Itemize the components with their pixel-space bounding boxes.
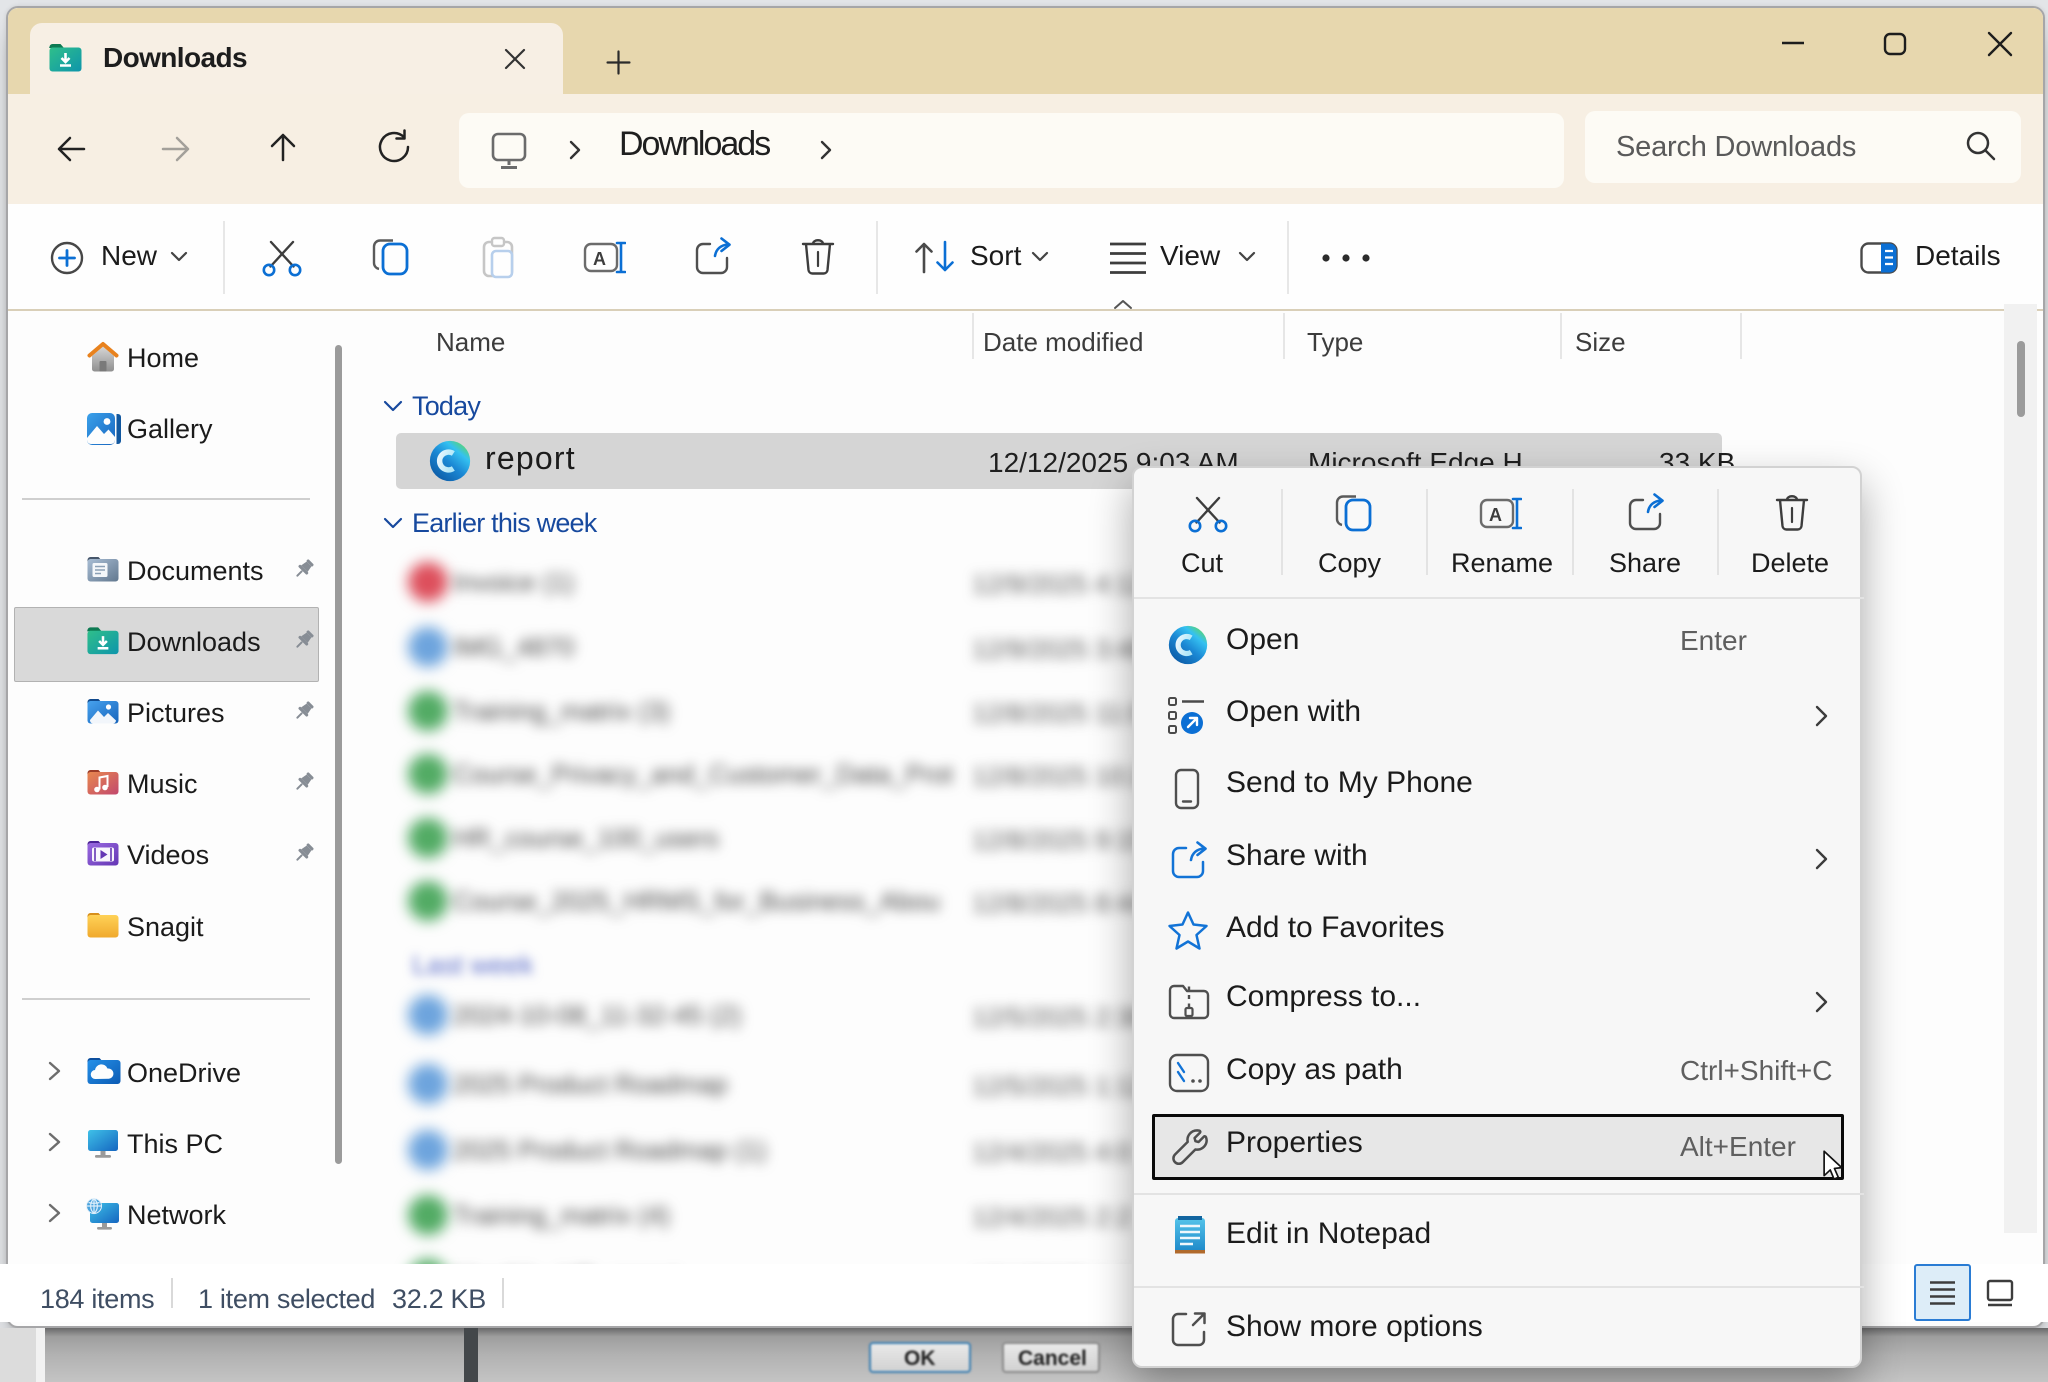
svg-text:A: A xyxy=(1489,505,1502,525)
svg-text:A: A xyxy=(593,249,606,269)
